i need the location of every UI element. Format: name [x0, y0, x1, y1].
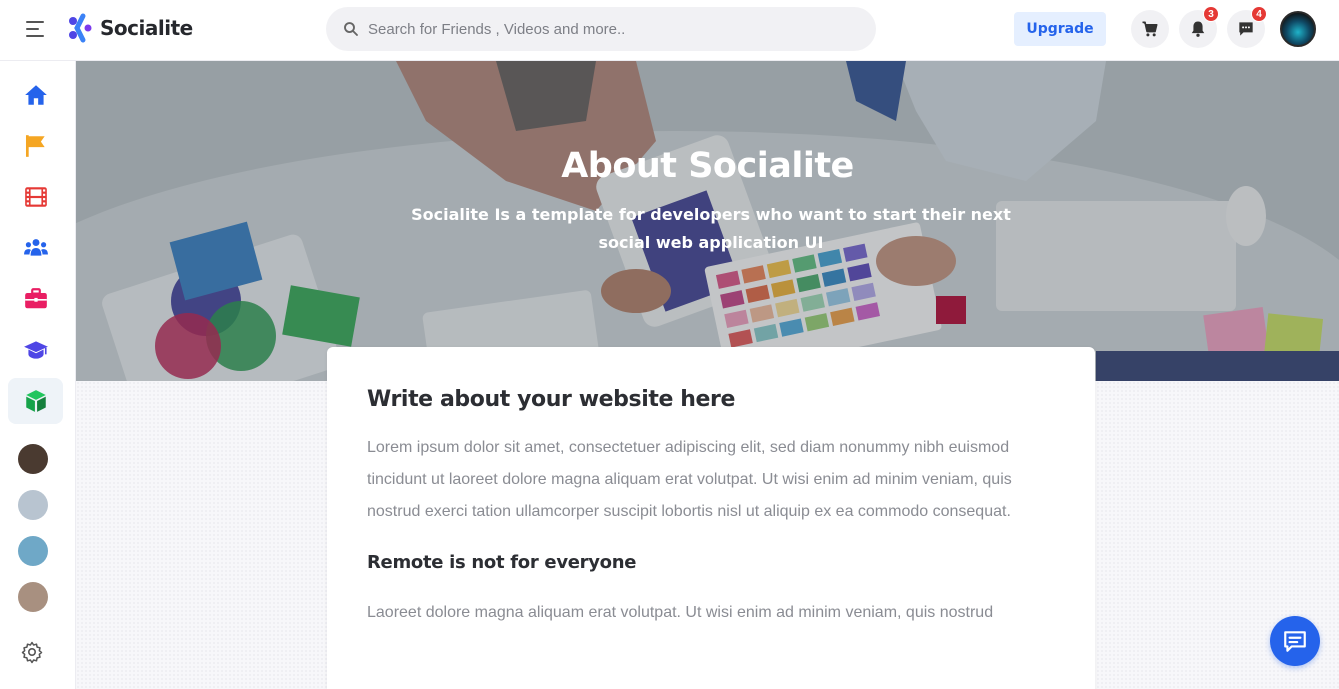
menu-toggle-icon[interactable] [24, 18, 48, 40]
messages-badge: 4 [1251, 6, 1267, 22]
graduation-cap-icon [23, 341, 48, 359]
content-subheading: Remote is not for everyone [367, 552, 637, 573]
search-icon [344, 22, 358, 36]
messages-button[interactable]: 4 [1227, 6, 1267, 48]
bell-icon [1191, 21, 1205, 37]
search-bar [326, 7, 876, 51]
hero-banner: About Socialite Socialite Is a template … [76, 61, 1339, 381]
gear-icon[interactable] [20, 640, 44, 664]
sidebar-item-jobs[interactable] [8, 276, 63, 322]
content-heading: Write about your website here [367, 387, 736, 412]
sidebar-item-groups[interactable] [8, 225, 63, 271]
hero-title: About Socialite [561, 146, 854, 186]
sidebar-item-home[interactable] [8, 72, 63, 118]
contact-avatar-3[interactable] [18, 536, 48, 566]
cube-icon [25, 390, 46, 412]
search-input[interactable] [368, 20, 848, 38]
top-header: Socialite Upgrade 3 4 [0, 0, 1339, 61]
chat-fab-button[interactable] [1270, 616, 1320, 666]
contact-avatar-4[interactable] [18, 582, 48, 612]
about-content-card: Write about your website here Lorem ipsu… [327, 347, 1095, 689]
sidebar-item-courses[interactable] [8, 327, 63, 373]
content-paragraph-2: Laoreet dolore magna aliquam erat volutp… [367, 604, 994, 621]
sidebar-item-pages[interactable] [8, 123, 63, 169]
cart-button[interactable] [1131, 10, 1169, 48]
brand-logo[interactable]: Socialite [66, 12, 193, 44]
contact-avatar-2[interactable] [18, 490, 48, 520]
left-sidebar [0, 61, 76, 689]
sidebar-item-products[interactable] [8, 378, 63, 424]
message-icon [1284, 631, 1306, 652]
logo-icon [69, 13, 92, 43]
users-icon [23, 239, 48, 256]
chat-icon [1239, 22, 1253, 36]
cart-icon [1142, 21, 1158, 37]
brand-name: Socialite [100, 16, 193, 40]
content-paragraph: Lorem ipsum dolor sit amet, consectetuer… [367, 439, 1012, 520]
flag-icon [25, 135, 45, 157]
notifications-button[interactable]: 3 [1179, 6, 1219, 48]
film-icon [24, 187, 47, 207]
sidebar-item-videos[interactable] [8, 174, 63, 220]
home-icon [24, 85, 47, 105]
user-avatar[interactable] [1280, 11, 1316, 47]
contact-avatar-1[interactable] [18, 444, 48, 474]
notifications-badge: 3 [1203, 6, 1219, 22]
briefcase-icon [24, 288, 47, 309]
hero-subtitle: Socialite Is a template for developers w… [411, 205, 1011, 252]
upgrade-button[interactable]: Upgrade [1014, 12, 1106, 46]
